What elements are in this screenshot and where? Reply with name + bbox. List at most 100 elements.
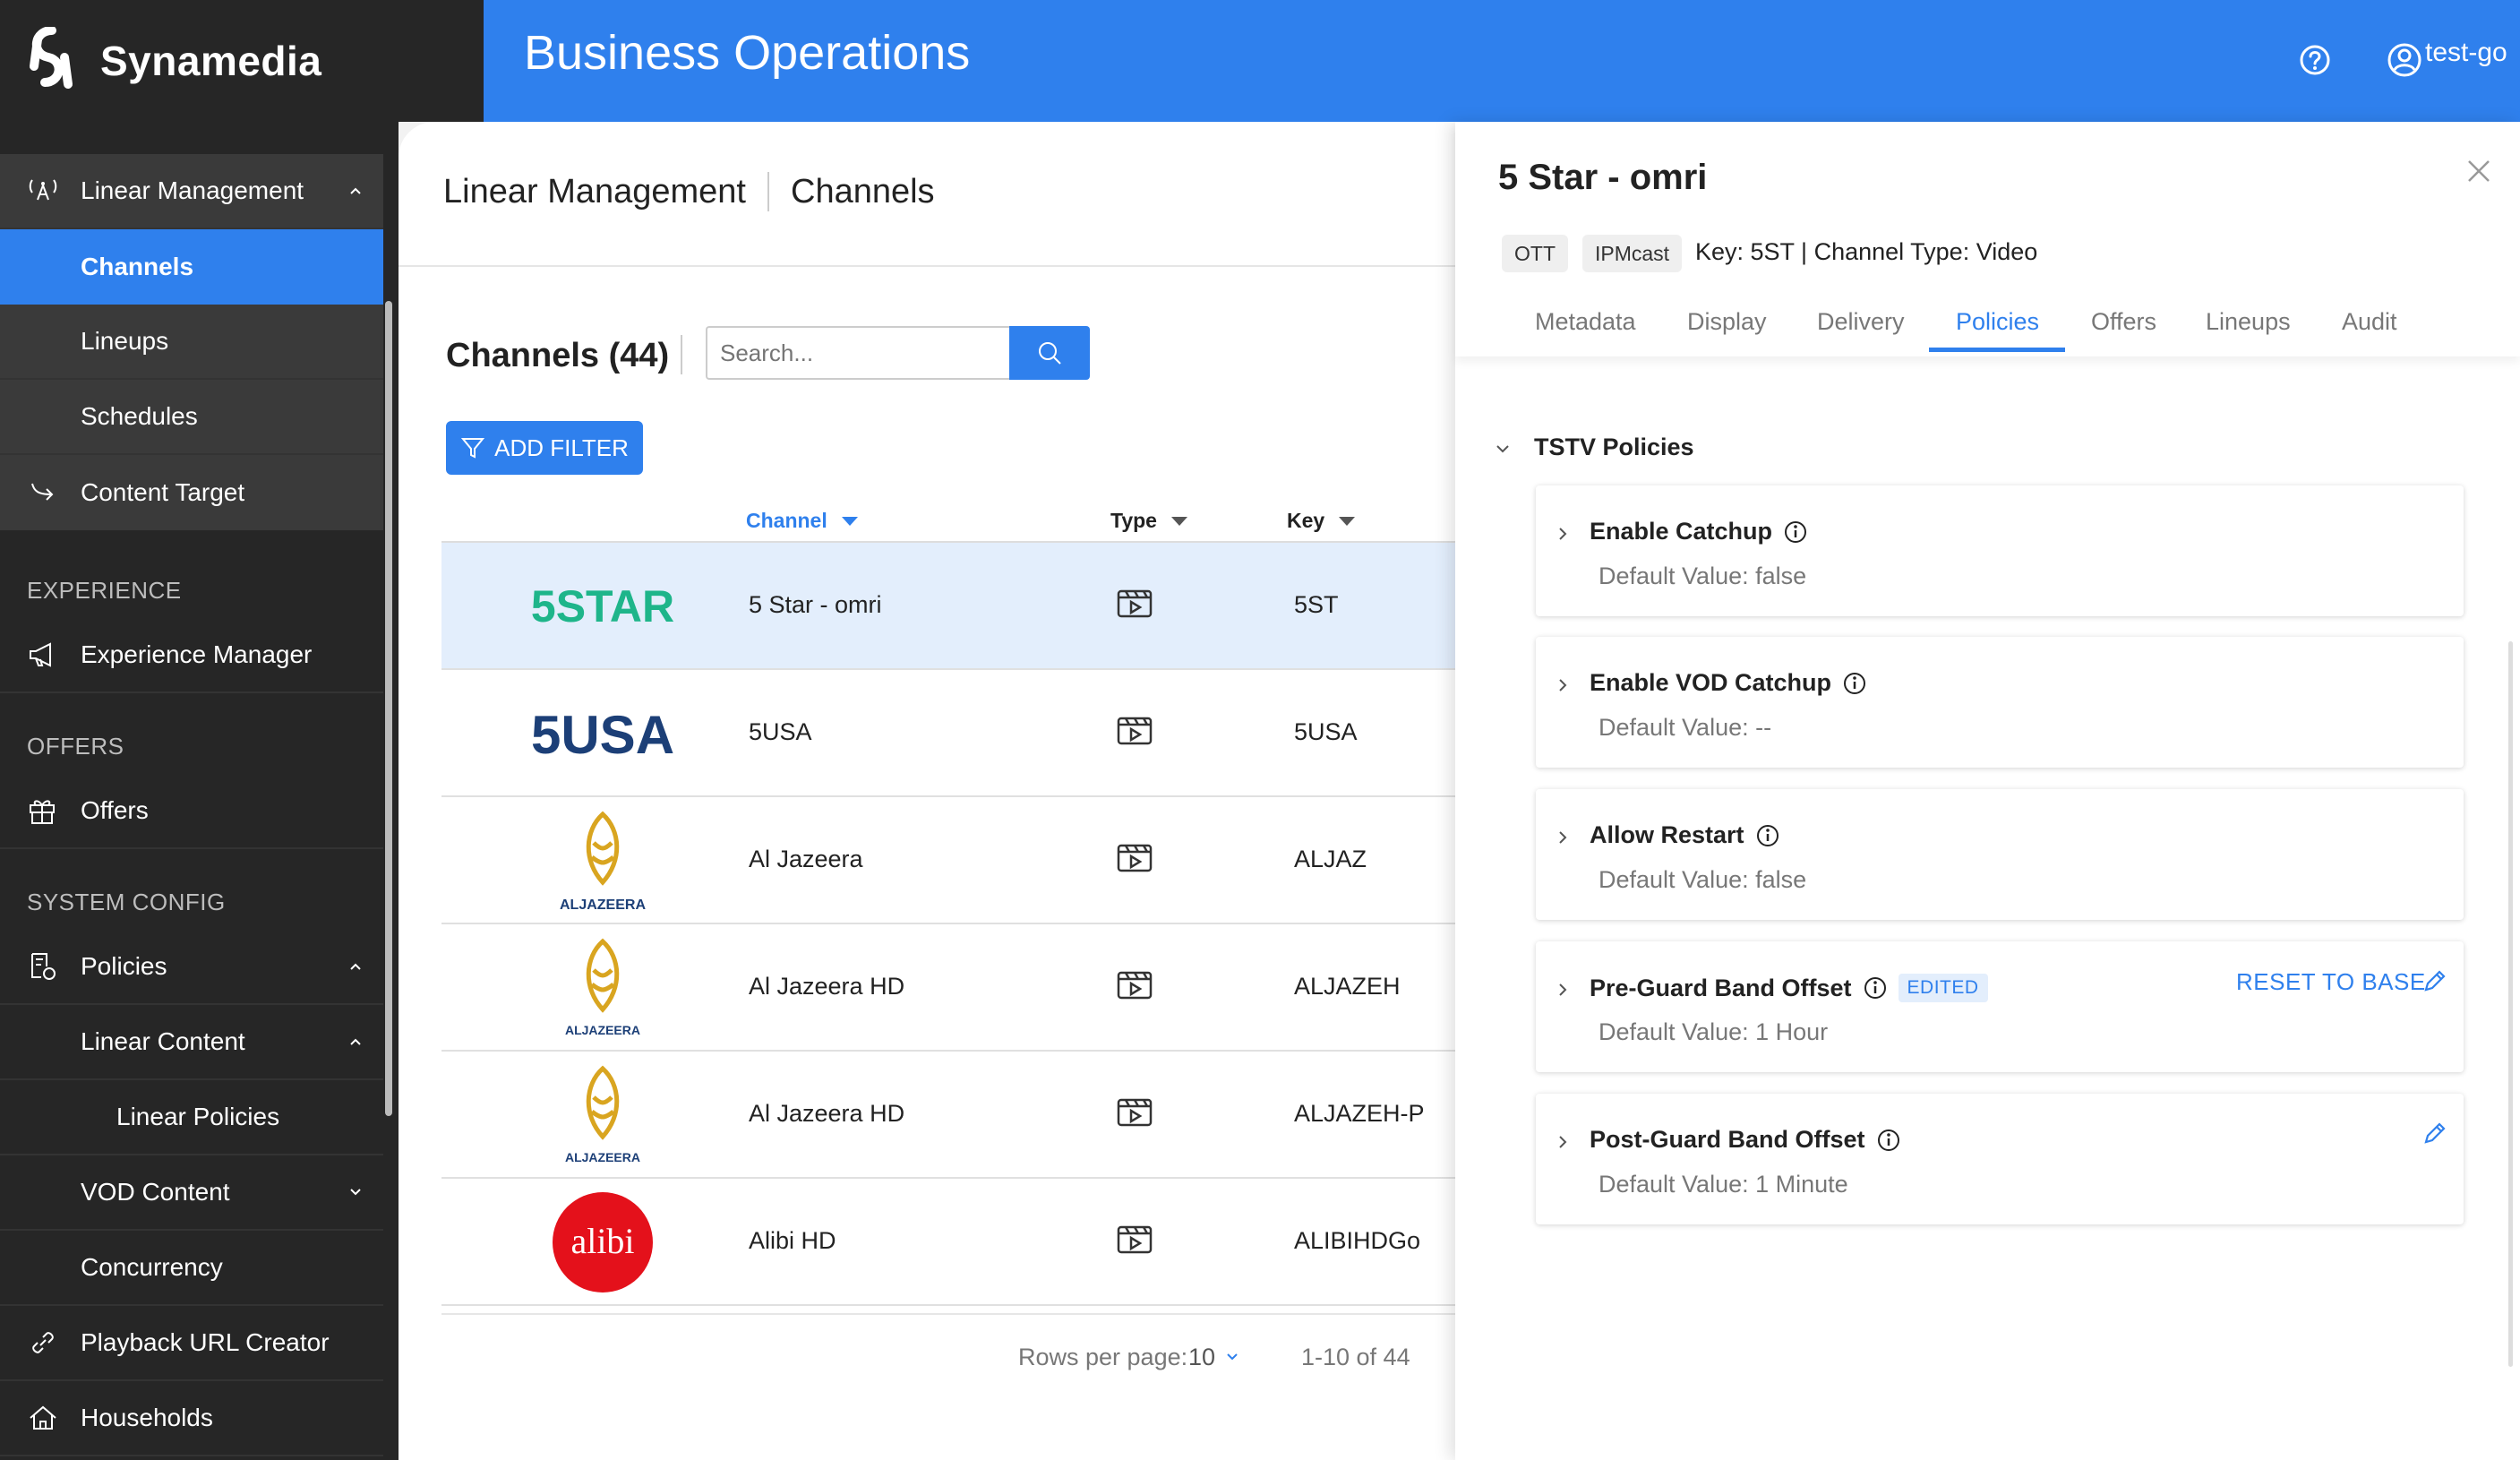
channel-key: ALJAZ xyxy=(1294,846,1367,872)
policy-card-enable-vod-catchup[interactable]: Enable VOD Catchup Default Value: -- xyxy=(1536,637,2464,768)
antenna-icon xyxy=(29,179,57,201)
sidebar-item-vod-content[interactable]: VOD Content xyxy=(0,1155,383,1231)
add-filter-label: ADD FILTER xyxy=(494,434,629,461)
sidebar-item-linear-content[interactable]: Linear Content xyxy=(0,1005,383,1080)
sidebar-item-playback-url-creator[interactable]: Playback URL Creator xyxy=(0,1306,383,1381)
breadcrumb-parent[interactable]: Linear Management xyxy=(443,173,746,211)
search-icon xyxy=(1039,342,1061,365)
chevron-up-icon xyxy=(350,963,361,970)
policy-title: Enable VOD Catchup xyxy=(1590,669,1867,697)
rows-per-page-select[interactable]: 10 xyxy=(1188,1344,1215,1371)
sidebar-item-label: Channels xyxy=(81,253,194,280)
sidebar-item-label: Linear Policies xyxy=(116,1103,280,1130)
chevron-right-icon[interactable] xyxy=(1554,1133,1572,1151)
sort-down-icon xyxy=(841,516,858,526)
sort-down-icon xyxy=(1339,516,1356,526)
edit-pencil-icon[interactable] xyxy=(2421,1119,2449,1147)
channel-logo-alibi: alibi xyxy=(522,1192,683,1293)
sidebar-item-concurrency[interactable]: Concurrency xyxy=(0,1231,383,1306)
search-button[interactable] xyxy=(1009,326,1090,380)
chevron-right-icon[interactable] xyxy=(1554,981,1572,999)
add-filter-button[interactable]: ADD FILTER xyxy=(446,421,643,475)
policy-card-allow-restart[interactable]: Allow Restart Default Value: false xyxy=(1536,789,2464,920)
info-icon[interactable] xyxy=(1755,823,1780,848)
sidebar-item-experience-manager[interactable]: Experience Manager xyxy=(0,618,383,693)
column-header-type[interactable]: Type xyxy=(1110,509,1189,533)
info-icon[interactable] xyxy=(1863,975,1888,1001)
sidebar-item-label: Lineups xyxy=(81,327,169,355)
sidebar-scrollbar[interactable] xyxy=(385,301,392,1116)
table-row[interactable]: ALJAZEERA Al Jazeera HD ALJAZEH xyxy=(441,924,1473,1052)
channels-count-title: Channels (44) xyxy=(446,337,670,374)
column-header-key[interactable]: Key xyxy=(1287,509,1357,533)
channel-name: Al Jazeera HD xyxy=(749,1100,905,1127)
policy-title: Pre-Guard Band Offset EDITED xyxy=(1590,974,1988,1002)
sidebar-item-label: Concurrency xyxy=(81,1253,223,1281)
chevron-down-icon[interactable] xyxy=(1493,439,1513,459)
user-avatar-icon[interactable] xyxy=(2377,32,2432,88)
sidebar-item-households[interactable]: Households xyxy=(0,1381,383,1456)
reset-to-base-button[interactable]: RESET TO BASE xyxy=(2236,968,2426,996)
breadcrumb-current: Channels xyxy=(791,172,935,210)
tab-policies[interactable]: Policies xyxy=(1956,308,2039,336)
channel-logo-aljazeera: ALJAZEERA xyxy=(522,811,683,913)
info-icon[interactable] xyxy=(1842,671,1867,696)
sidebar-item-lineups[interactable]: Lineups xyxy=(0,305,383,380)
sidebar-item-linear-policies[interactable]: Linear Policies xyxy=(0,1080,383,1155)
sidebar-item-schedules[interactable]: Schedules xyxy=(0,380,383,455)
policy-card-pre-guard-band-offset[interactable]: Pre-Guard Band Offset EDITED RESET TO BA… xyxy=(1536,941,2464,1072)
help-icon[interactable] xyxy=(2291,36,2339,84)
chevron-down-icon[interactable] xyxy=(1222,1347,1242,1367)
sidebar-item-channels[interactable]: Channels xyxy=(0,229,383,305)
info-icon[interactable] xyxy=(1783,520,1808,545)
tab-delivery[interactable]: Delivery xyxy=(1817,308,1905,336)
policy-document-icon xyxy=(31,953,56,980)
gift-icon xyxy=(30,800,55,824)
video-type-icon xyxy=(1117,717,1153,745)
close-icon[interactable] xyxy=(2465,158,2492,185)
policy-card-enable-catchup[interactable]: Enable Catchup Default Value: false xyxy=(1536,485,2464,616)
brand[interactable]: Synamedia xyxy=(0,0,484,122)
sidebar-item-content-target[interactable]: Content Target xyxy=(0,455,383,530)
drawer-scrollbar[interactable] xyxy=(2508,641,2513,1367)
table-row[interactable]: 5STAR 5 Star - omri 5ST xyxy=(441,543,1473,670)
channel-name: Alibi HD xyxy=(749,1227,836,1254)
user-name[interactable]: test-go xyxy=(2425,38,2507,68)
table-row[interactable]: ALJAZEERA Al Jazeera HD ALJAZEH-P xyxy=(441,1052,1473,1179)
sidebar-item-label: Playback URL Creator xyxy=(81,1328,330,1356)
sidebar-item-policies[interactable]: Policies xyxy=(0,930,383,1005)
home-icon xyxy=(30,1405,56,1430)
sidebar-item-offers[interactable]: Offers xyxy=(0,774,383,849)
chevron-right-icon[interactable] xyxy=(1554,829,1572,846)
channels-panel: Linear Management Channels Channels (44)… xyxy=(399,122,1473,1460)
section-label-offers: OFFERS xyxy=(27,733,124,760)
video-type-icon xyxy=(1117,971,1153,1000)
channel-logo-5usa: 5USA xyxy=(522,684,683,783)
tab-metadata[interactable]: Metadata xyxy=(1535,308,1636,336)
edit-pencil-icon[interactable] xyxy=(2421,966,2449,995)
top-bar: Business Operations test-go xyxy=(484,0,2520,122)
policy-card-post-guard-band-offset[interactable]: Post-Guard Band Offset Default Value: 1 … xyxy=(1536,1094,2464,1224)
chevron-right-icon[interactable] xyxy=(1554,676,1572,694)
search-input[interactable] xyxy=(706,326,1010,380)
chevron-right-icon[interactable] xyxy=(1554,525,1572,543)
tab-lineups[interactable]: Lineups xyxy=(2206,308,2291,336)
tab-display[interactable]: Display xyxy=(1687,308,1767,336)
info-icon[interactable] xyxy=(1876,1128,1901,1153)
tab-offers[interactable]: Offers xyxy=(2091,308,2156,336)
megaphone-icon xyxy=(30,642,51,667)
table-row[interactable]: ALJAZEERA Al Jazeera ALJAZ xyxy=(441,797,1473,924)
channel-logo-image: ALJAZEERA xyxy=(565,1065,640,1164)
table-row[interactable]: 5USA 5USA 5USA xyxy=(441,670,1473,797)
column-header-channel[interactable]: Channel xyxy=(746,509,860,533)
column-header-label: Key xyxy=(1287,509,1325,532)
table-row[interactable]: alibi Alibi HD ALIBIHDGo xyxy=(441,1179,1473,1306)
video-type-icon xyxy=(1117,1098,1153,1127)
section-title-tstv-policies[interactable]: TSTV Policies xyxy=(1534,434,1694,461)
sidebar-item-linear-management[interactable]: Linear Management xyxy=(0,154,383,229)
logo-text: 5USA xyxy=(531,705,674,765)
channel-logo-5star: 5STAR xyxy=(522,557,683,656)
tab-audit[interactable]: Audit xyxy=(2342,308,2397,336)
channel-name: Al Jazeera xyxy=(749,846,863,872)
policy-title-text: Enable VOD Catchup xyxy=(1590,669,1832,696)
